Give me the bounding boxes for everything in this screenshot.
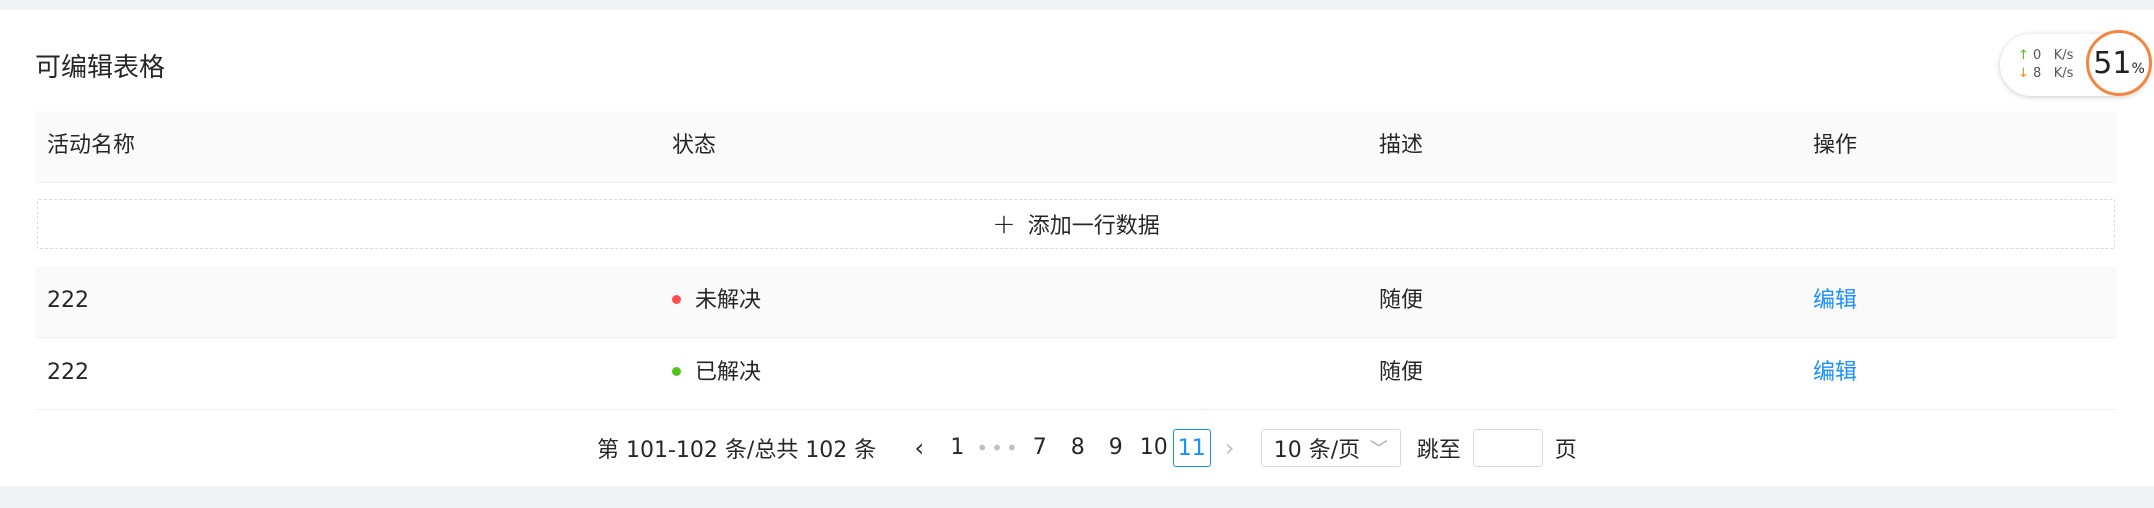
page-size-select[interactable]: 10 条/页 ﹀: [1260, 429, 1401, 467]
pagination: 第 101-102 条/总共 102 条 ‹ 1 ••• 7 8 9 10 11…: [597, 428, 1577, 468]
status-text: 未解决: [695, 288, 762, 313]
editable-table-card: 可编辑表格 活动名称 状态 描述 操作 + 添加一行数据 222 未解决 随便 …: [0, 10, 2154, 486]
page-size-value: 10 条/页: [1273, 438, 1361, 463]
plus-icon: +: [992, 207, 1016, 240]
chevron-down-icon: ﹀: [1369, 439, 1388, 460]
next-page-icon[interactable]: ›: [1211, 429, 1249, 467]
cell-status: 未解决: [672, 286, 761, 316]
page-suffix: 页: [1554, 438, 1577, 463]
page-button-7[interactable]: 7: [1021, 429, 1059, 467]
add-row-label: 添加一行数据: [1027, 214, 1160, 239]
download-speed: ↓ 8 K/s: [2018, 66, 2073, 82]
table-header: 活动名称 状态 描述 操作: [35, 111, 2117, 183]
add-row-button[interactable]: + 添加一行数据: [37, 199, 2115, 249]
upload-speed: ↑ 0 K/s: [2018, 48, 2073, 64]
jump-prev-ellipsis-icon[interactable]: •••: [976, 429, 1020, 467]
arrow-down-icon: ↓: [2018, 66, 2029, 81]
jump-label: 跳至: [1416, 438, 1461, 463]
usage-percent: 51: [2093, 45, 2132, 81]
column-header-status: 状态: [672, 133, 717, 158]
cell-status: 已解决: [672, 358, 761, 388]
percent-sign: %: [2131, 61, 2145, 77]
edit-link[interactable]: 编辑: [1813, 358, 1857, 388]
page-button-10[interactable]: 10: [1135, 429, 1173, 467]
edit-link[interactable]: 编辑: [1813, 286, 1857, 316]
cell-description: 随便: [1379, 288, 1424, 313]
card-title: 可编辑表格: [35, 53, 166, 83]
column-header-name: 活动名称: [47, 133, 136, 158]
status-text: 已解决: [695, 360, 762, 385]
prev-page-icon[interactable]: ‹: [900, 429, 938, 467]
cell-name: 222: [47, 360, 89, 385]
table-row: 222 已解决 随便 编辑: [35, 338, 2117, 410]
page-button-11[interactable]: 11: [1172, 429, 1211, 467]
quick-jumper: 跳至 页: [1417, 429, 1577, 467]
page-button-9[interactable]: 9: [1097, 429, 1135, 467]
pagination-total: 第 101-102 条/总共 102 条: [597, 438, 877, 463]
jump-page-input[interactable]: [1472, 429, 1543, 467]
column-header-action: 操作: [1813, 133, 1858, 158]
status-dot-icon: [672, 294, 681, 304]
upload-unit: K/s: [2053, 48, 2074, 63]
arrow-up-icon: ↑: [2018, 48, 2029, 63]
cell-description: 随便: [1379, 360, 1424, 385]
column-header-description: 描述: [1379, 133, 1424, 158]
cell-name: 222: [47, 288, 89, 313]
usage-gauge[interactable]: 51%: [2086, 30, 2152, 96]
download-unit: K/s: [2053, 66, 2074, 81]
page-button-8[interactable]: 8: [1059, 429, 1097, 467]
table-row: 222 未解决 随便 编辑: [35, 266, 2117, 338]
upload-value: 0: [2033, 48, 2042, 63]
status-dot-icon: [672, 366, 681, 376]
page-button-1[interactable]: 1: [938, 429, 976, 467]
download-value: 8: [2033, 66, 2042, 81]
